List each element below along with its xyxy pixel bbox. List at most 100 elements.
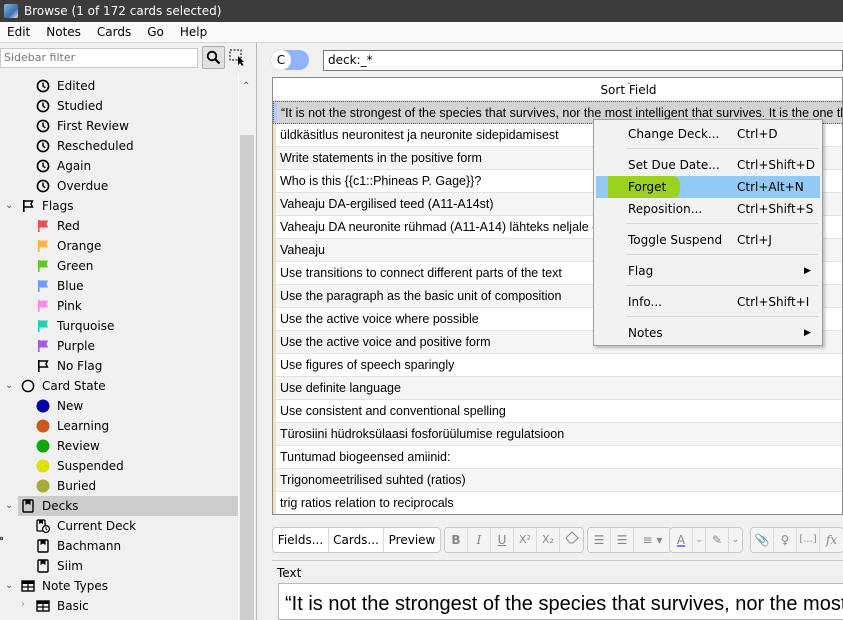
clock-icon bbox=[36, 79, 50, 93]
row-marker bbox=[273, 285, 276, 307]
sidebar-item-basic[interactable]: › Basic bbox=[0, 596, 238, 616]
table-row[interactable]: trig ratios relation to reciprocals bbox=[273, 492, 842, 514]
chevron-right-icon[interactable]: › bbox=[21, 599, 31, 610]
attach-icon[interactable]: 📎 bbox=[751, 528, 774, 552]
clock-icon bbox=[36, 99, 50, 113]
table-row[interactable]: Use consistent and conventional spelling bbox=[273, 400, 842, 423]
color-group: A ⌄ ✎ ⌄ bbox=[669, 527, 743, 553]
sidebar-search-button[interactable] bbox=[202, 46, 225, 69]
clock-icon bbox=[36, 179, 50, 193]
superscript-icon[interactable]: X² bbox=[514, 528, 537, 552]
text-field-editor[interactable]: “It is not the strongest of the species … bbox=[278, 583, 843, 620]
menu-item-notes[interactable]: Notes ▶ bbox=[596, 322, 820, 344]
preview-button[interactable]: Preview bbox=[384, 528, 440, 552]
sidebar-item-label: First Review bbox=[57, 119, 129, 133]
menu-item-label: Flag bbox=[628, 264, 654, 278]
menu-item-set-due-date[interactable]: Set Due Date... Ctrl+Shift+D bbox=[596, 154, 820, 176]
sidebar-item-label: Basic bbox=[57, 599, 89, 613]
sidebar-item-blue[interactable]: Blue bbox=[0, 276, 238, 296]
sidebar-item-green[interactable]: Green bbox=[0, 256, 238, 276]
sidebar-item-current-deck[interactable]: Current Deck bbox=[0, 516, 238, 536]
highlight-dropdown-icon[interactable]: ⌄ bbox=[729, 528, 742, 552]
table-row[interactable]: Trigonomeetrilised suhted (ratios) bbox=[273, 469, 842, 492]
sidebar-item-orange[interactable]: Orange bbox=[0, 236, 238, 256]
selection-tool-button[interactable] bbox=[229, 49, 247, 67]
row-marker bbox=[273, 170, 276, 192]
bullet-list-icon[interactable]: ☰ bbox=[588, 528, 611, 552]
clock-icon bbox=[36, 159, 50, 173]
italic-icon[interactable]: I bbox=[468, 528, 491, 552]
sidebar-item-siim[interactable]: Siim bbox=[0, 556, 238, 576]
menu-item-change-deck[interactable]: Change Deck... Ctrl+D bbox=[596, 123, 820, 145]
text-color-dropdown-icon[interactable]: ⌄ bbox=[693, 528, 706, 552]
sidebar-filter-input[interactable]: Sidebar filter bbox=[0, 48, 198, 68]
sidebar-item-studied[interactable]: Studied bbox=[0, 96, 238, 116]
sidebar-item-pink[interactable]: Pink bbox=[0, 296, 238, 316]
menu-cards[interactable]: Cards bbox=[89, 22, 139, 43]
eraser-icon[interactable] bbox=[560, 528, 583, 552]
table-row[interactable]: Use figures of speech sparingly bbox=[273, 354, 842, 377]
window-titlebar: Browse (1 of 172 cards selected) bbox=[0, 0, 843, 22]
sidebar-item-edited[interactable]: Edited bbox=[0, 76, 238, 96]
scrollbar-thumb[interactable] bbox=[240, 135, 254, 620]
chevron-down-icon[interactable]: ⌄ bbox=[5, 380, 15, 391]
menu-go[interactable]: Go bbox=[139, 22, 172, 43]
menu-item-forget[interactable]: Forget Ctrl+Alt+N bbox=[596, 176, 820, 198]
sidebar-item-buried[interactable]: Buried bbox=[0, 476, 238, 496]
sidebar-item-purple[interactable]: Purple bbox=[0, 336, 238, 356]
menu-edit[interactable]: Edit bbox=[0, 22, 38, 43]
sidebar-item-overdue[interactable]: Overdue bbox=[0, 176, 238, 196]
cloze-icon[interactable]: [...] bbox=[797, 528, 820, 552]
sidebar-scrollbar[interactable]: ⌃ bbox=[238, 75, 254, 620]
row-marker bbox=[273, 423, 276, 445]
subscript-icon[interactable]: X₂ bbox=[537, 528, 560, 552]
table-header: ⌄ Sort Field bbox=[273, 78, 842, 101]
cards-notes-toggle[interactable]: C bbox=[271, 50, 309, 70]
microphone-icon[interactable]: ♀ bbox=[774, 528, 797, 552]
row-marker bbox=[273, 400, 276, 422]
sidebar-item-note-types[interactable]: ⌄ Note Types bbox=[0, 576, 238, 596]
menu-item-toggle-suspend[interactable]: Toggle Suspend Ctrl+J bbox=[596, 229, 820, 251]
sidebar-item-label: Decks bbox=[42, 499, 79, 513]
row-sort-field: üldkäsitlus neuronitest ja neuronite sid… bbox=[280, 128, 559, 142]
menu-help[interactable]: Help bbox=[172, 22, 215, 43]
scroll-up-icon[interactable]: ⌃ bbox=[242, 81, 250, 92]
text-color-icon[interactable]: A bbox=[670, 528, 693, 552]
chevron-down-icon[interactable]: ⌄ bbox=[5, 200, 15, 211]
numbered-list-icon[interactable]: ☰ bbox=[611, 528, 634, 552]
cards-button[interactable]: Cards... bbox=[329, 528, 384, 552]
sidebar-item-label: Again bbox=[57, 159, 92, 173]
table-row[interactable]: Tuntumad biogeensed amiinid: bbox=[273, 446, 842, 469]
sidebar-item-review[interactable]: Review bbox=[0, 436, 238, 456]
sidebar-item-suspended[interactable]: Suspended bbox=[0, 456, 238, 476]
align-icon[interactable]: ≡ ▾ bbox=[634, 528, 671, 552]
table-row[interactable]: Use definite language bbox=[273, 377, 842, 400]
sidebar-item-new[interactable]: New bbox=[0, 396, 238, 416]
highlight-icon[interactable]: ✎ bbox=[706, 528, 729, 552]
underline-icon[interactable]: U bbox=[491, 528, 514, 552]
sidebar-item-decks[interactable]: ⌄ Decks bbox=[5, 496, 238, 516]
sidebar-item-flags[interactable]: ⌄ Flags bbox=[0, 196, 238, 216]
menu-item-reposition[interactable]: Reposition... Ctrl+Shift+S bbox=[596, 198, 820, 220]
sidebar-item-learning[interactable]: Learning bbox=[0, 416, 238, 436]
splitter[interactable] bbox=[256, 43, 258, 620]
formula-icon[interactable]: fx bbox=[820, 528, 843, 552]
chevron-down-icon[interactable]: ⌄ bbox=[5, 500, 15, 511]
bold-icon[interactable]: B bbox=[445, 528, 468, 552]
sidebar-item-bachmann[interactable]: Bachmann bbox=[0, 536, 238, 556]
sidebar-item-turquoise[interactable]: Turquoise bbox=[0, 316, 238, 336]
sidebar-item-first-review[interactable]: First Review bbox=[0, 116, 238, 136]
sidebar-item-red[interactable]: Red bbox=[0, 216, 238, 236]
sidebar-item-rescheduled[interactable]: Rescheduled bbox=[0, 136, 238, 156]
menu-item-flag[interactable]: Flag ▶ bbox=[596, 260, 820, 282]
chevron-down-icon[interactable]: ⌄ bbox=[5, 580, 15, 591]
table-row[interactable]: Türosiini hüdroksülaasi fosforüülumise r… bbox=[273, 423, 842, 446]
fields-button[interactable]: Fields... bbox=[273, 528, 329, 552]
menu-notes[interactable]: Notes bbox=[38, 22, 89, 43]
sidebar-item-no-flag[interactable]: No Flag bbox=[0, 356, 238, 376]
sidebar-item-card-state[interactable]: ⌄ Card State bbox=[0, 376, 238, 396]
sidebar-item-again[interactable]: Again bbox=[0, 156, 238, 176]
search-input[interactable]: deck:_* bbox=[323, 50, 843, 71]
column-header-sort-field[interactable]: Sort Field bbox=[273, 83, 842, 97]
menu-item-info[interactable]: Info... Ctrl+Shift+I bbox=[596, 291, 820, 313]
